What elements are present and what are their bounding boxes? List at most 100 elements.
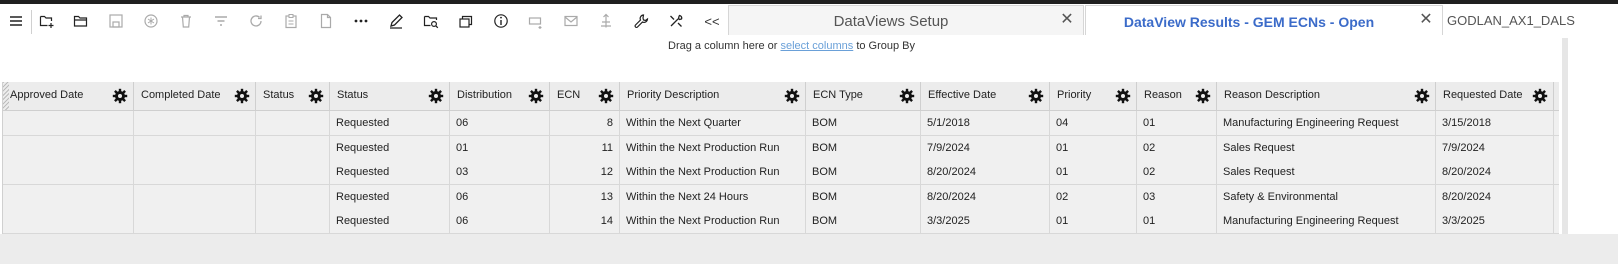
table-row[interactable]: Requested 03 12 Within the Next Production …: [3, 160, 1559, 186]
column-header[interactable]: Effective Date: [921, 82, 1050, 110]
table-cell[interactable]: [256, 209, 330, 234]
table-row[interactable]: Requested 06 13 Within the Next 24 Hours BOM…: [3, 184, 1559, 210]
table-cell[interactable]: 06: [450, 209, 550, 234]
save-icon[interactable]: [105, 10, 127, 32]
table-cell[interactable]: 8/20/2024: [921, 160, 1050, 185]
table-cell[interactable]: Within the Next 24 Hours: [620, 184, 806, 209]
table-cell[interactable]: 8/20/2024: [1436, 160, 1554, 185]
column-header[interactable]: Requested Date: [1436, 82, 1554, 110]
collapse-toolbar-button[interactable]: <<: [700, 14, 724, 30]
column-header[interactable]: Status: [330, 82, 450, 110]
table-cell[interactable]: Within the Next Production Run: [620, 135, 806, 160]
add-folder-icon[interactable]: [36, 10, 58, 32]
table-cell[interactable]: [134, 135, 256, 160]
menu-icon[interactable]: [5, 10, 27, 32]
hierarchy-icon[interactable]: [595, 10, 617, 32]
table-cell[interactable]: [3, 135, 134, 160]
gear-icon[interactable]: [1028, 88, 1044, 104]
table-cell[interactable]: 12: [550, 160, 620, 185]
table-cell[interactable]: 03: [450, 160, 550, 185]
table-cell[interactable]: [134, 160, 256, 185]
column-header[interactable]: Distribution: [450, 82, 550, 110]
info-icon[interactable]: [490, 10, 512, 32]
table-cell[interactable]: 7/9/2024: [1436, 135, 1554, 160]
gear-icon[interactable]: [234, 88, 250, 104]
open-folder-icon[interactable]: [70, 10, 92, 32]
table-cell[interactable]: Safety & Environmental: [1217, 184, 1436, 209]
table-cell[interactable]: Requested: [330, 111, 450, 135]
table-cell[interactable]: Sales Request: [1217, 160, 1436, 185]
table-cell[interactable]: [256, 135, 330, 160]
table-cell[interactable]: 5/1/2018: [921, 111, 1050, 135]
table-cell[interactable]: 02: [1050, 184, 1137, 209]
gear-icon[interactable]: [112, 88, 128, 104]
gear-icon[interactable]: [428, 88, 444, 104]
table-cell[interactable]: Requested: [330, 184, 450, 209]
column-header[interactable]: ECN Type: [806, 82, 921, 110]
table-cell[interactable]: Within the Next Production Run: [620, 160, 806, 185]
table-cell[interactable]: 8/20/2024: [1436, 184, 1554, 209]
gear-icon[interactable]: [1414, 88, 1430, 104]
tools-icon[interactable]: [665, 10, 687, 32]
table-cell[interactable]: Manufacturing Engineering Request: [1217, 111, 1436, 135]
table-cell[interactable]: [256, 184, 330, 209]
delete-icon[interactable]: [175, 10, 197, 32]
more-icon[interactable]: [350, 10, 372, 32]
table-cell[interactable]: 8: [550, 111, 620, 135]
table-cell[interactable]: 02: [1137, 160, 1217, 185]
tab-dataview-results[interactable]: DataView Results - GEM ECNs - Open ✕: [1085, 5, 1443, 35]
settings-asterisk-icon[interactable]: [140, 10, 162, 32]
table-cell[interactable]: 02: [1137, 135, 1217, 160]
wrench-icon[interactable]: [630, 10, 652, 32]
gear-icon[interactable]: [528, 88, 544, 104]
gear-icon[interactable]: [1115, 88, 1131, 104]
table-cell[interactable]: 3/3/2025: [921, 209, 1050, 234]
table-cell[interactable]: Within the Next Production Run: [620, 209, 806, 234]
table-cell[interactable]: 01: [1050, 160, 1137, 185]
table-cell[interactable]: Within the Next Quarter: [620, 111, 806, 135]
gear-icon[interactable]: [598, 88, 614, 104]
gear-icon[interactable]: [308, 88, 324, 104]
table-row[interactable]: Requested 06 14 Within the Next Production …: [3, 209, 1559, 235]
table-cell[interactable]: [3, 184, 134, 209]
table-cell[interactable]: 04: [1050, 111, 1137, 135]
edit-icon[interactable]: [385, 10, 407, 32]
document-icon[interactable]: [315, 10, 337, 32]
table-row[interactable]: Requested 06 8 Within the Next Quarter BOM 5/…: [3, 111, 1559, 136]
gear-icon[interactable]: [899, 88, 915, 104]
clipboard-icon[interactable]: [280, 10, 302, 32]
column-header[interactable]: Approved Date: [3, 82, 134, 110]
table-cell[interactable]: 01: [450, 135, 550, 160]
mail-icon[interactable]: [560, 10, 582, 32]
refresh-icon[interactable]: [245, 10, 267, 32]
table-cell[interactable]: 11: [550, 135, 620, 160]
gear-icon[interactable]: [1195, 88, 1211, 104]
column-header[interactable]: Status: [256, 82, 330, 110]
table-cell[interactable]: [3, 160, 134, 185]
filter-icon[interactable]: [210, 10, 232, 32]
column-header[interactable]: Completed Date: [134, 82, 256, 110]
column-header[interactable]: Priority: [1050, 82, 1137, 110]
table-row[interactable]: Requested 01 11 Within the Next Production …: [3, 135, 1559, 161]
select-columns-link[interactable]: select columns: [781, 40, 854, 52]
search-folder-icon[interactable]: [420, 10, 442, 32]
table-cell[interactable]: [3, 111, 134, 135]
table-cell[interactable]: 3/3/2025: [1436, 209, 1554, 234]
group-by-bar[interactable]: Drag a column here or select columns to …: [0, 38, 1618, 82]
table-cell[interactable]: 01: [1137, 209, 1217, 234]
export-icon[interactable]: [525, 10, 547, 32]
table-cell[interactable]: 3/15/2018: [1436, 111, 1554, 135]
table-cell[interactable]: Sales Request: [1217, 135, 1436, 160]
gear-icon[interactable]: [784, 88, 800, 104]
column-header[interactable]: Reason Description: [1217, 82, 1436, 110]
column-header[interactable]: ECN: [550, 82, 620, 110]
gear-icon[interactable]: [1532, 88, 1548, 104]
tab-dataviews-setup[interactable]: DataViews Setup ✕: [728, 5, 1084, 35]
table-cell[interactable]: [256, 160, 330, 185]
table-cell[interactable]: [134, 111, 256, 135]
table-cell[interactable]: [134, 209, 256, 234]
table-cell[interactable]: 8/20/2024: [921, 184, 1050, 209]
table-cell[interactable]: 01: [1137, 111, 1217, 135]
table-cell[interactable]: BOM: [806, 111, 921, 135]
copy-stack-icon[interactable]: [455, 10, 477, 32]
